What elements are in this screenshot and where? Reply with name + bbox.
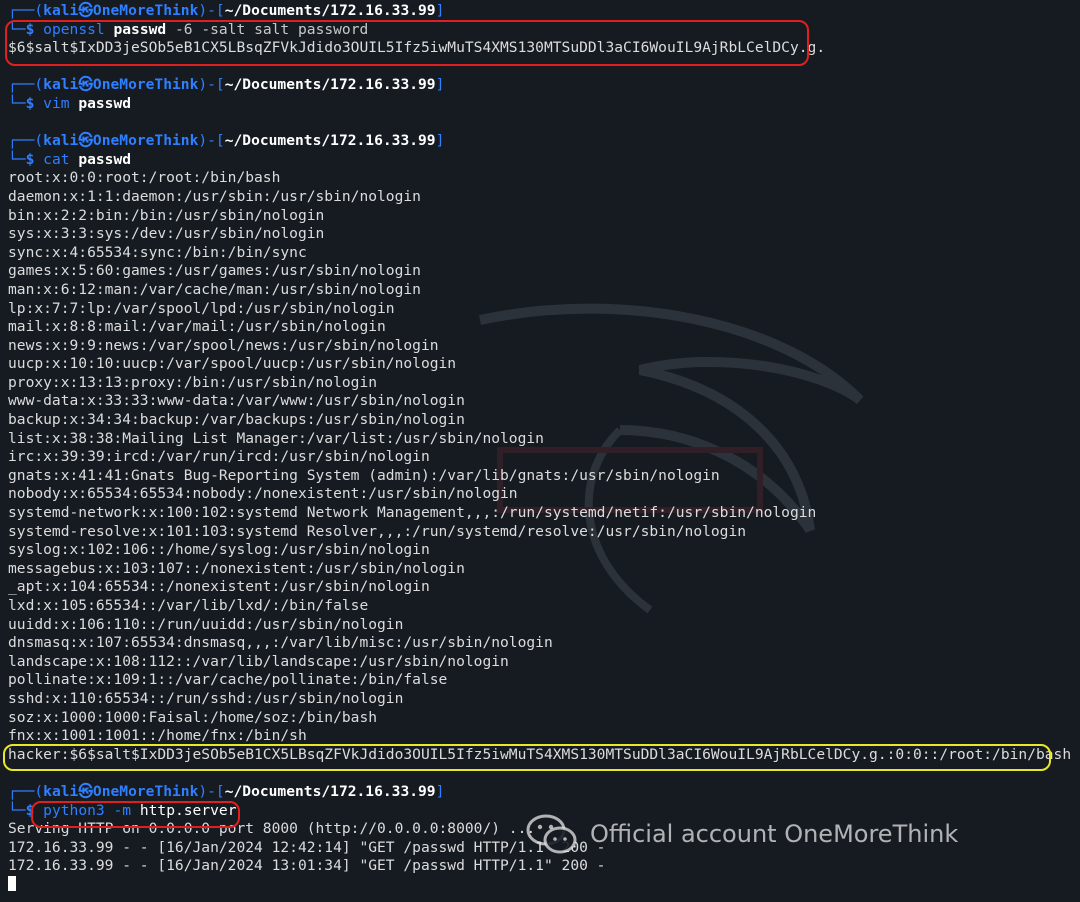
passwd-line: nobody:x:65534:65534:nobody:/nonexistent… — [8, 485, 518, 503]
server-log-line: 172.16.33.99 - - [16/Jan/2024 13:01:34] … — [8, 857, 606, 875]
passwd-line: www-data:x:33:33:www-data:/var/www:/usr/… — [8, 392, 465, 410]
passwd-line: uucp:x:10:10:uucp:/var/spool/uucp:/usr/s… — [8, 355, 457, 373]
passwd-line: _apt:x:104:65534::/nonexistent:/usr/sbin… — [8, 578, 430, 596]
prompt-header: ┌──(kali㉿OneMoreThink)-[~/Documents/172.… — [8, 782, 445, 800]
passwd-line: uuidd:x:106:110::/run/uuidd:/usr/sbin/no… — [8, 615, 404, 633]
cursor-line[interactable] — [8, 875, 1080, 895]
passwd-line: daemon:x:1:1:daemon:/usr/sbin:/usr/sbin/… — [8, 187, 421, 205]
passwd-line: list:x:38:38:Mailing List Manager:/var/l… — [8, 429, 544, 447]
passwd-line: mail:x:8:8:mail:/var/mail:/usr/sbin/nolo… — [8, 318, 386, 336]
watermark: Official account OneMoreThink — [524, 812, 958, 856]
command-line: └─$ cat passwd — [8, 150, 132, 168]
passwd-line: systemd-resolve:x:101:103:systemd Resolv… — [8, 522, 747, 540]
terminal[interactable]: ┌──(kali㉿OneMoreThink)-[~/Documents/172.… — [8, 2, 1080, 895]
prompt-cwd: ~/Documents/172.16.33.99 — [224, 2, 436, 19]
command-output: $6$salt$IxDD3jeSOb5eB1CX5LBsqZFVkJdido3O… — [8, 39, 826, 57]
prompt-header: ┌──(kali㉿OneMoreThink)-[~/Documents/172.… — [8, 2, 445, 19]
prompt-host: OneMoreThink — [92, 2, 199, 19]
passwd-line: dnsmasq:x:107:65534:dnsmasq,,,:/var/lib/… — [8, 634, 553, 652]
passwd-line: news:x:9:9:news:/var/spool/news:/usr/sbi… — [8, 336, 439, 354]
text-cursor[interactable] — [8, 875, 16, 891]
prompt-header: ┌──(kali㉿OneMoreThink)-[~/Documents/172.… — [8, 132, 445, 150]
command-line: └─$ vim passwd — [8, 94, 132, 112]
passwd-line: man:x:6:12:man:/var/cache/man:/usr/sbin/… — [8, 280, 421, 298]
prompt-header: ┌──(kali㉿OneMoreThink)-[~/Documents/172.… — [8, 76, 445, 94]
passwd-line: lxd:x:105:65534::/var/lib/lxd/:/bin/fals… — [8, 597, 369, 614]
passwd-line: sync:x:4:65534:sync:/bin:/bin/sync — [8, 243, 307, 261]
watermark-text: Official account OneMoreThink — [590, 820, 959, 848]
passwd-line: backup:x:34:34:backup:/var/backups:/usr/… — [8, 411, 465, 429]
command-line: └─$ openssl passwd -6 -salt salt passwor… — [8, 20, 369, 38]
passwd-line: proxy:x:13:13:proxy:/bin:/usr/sbin/nolog… — [8, 373, 378, 391]
passwd-line: sshd:x:110:65534::/run/sshd:/usr/sbin/no… — [8, 689, 404, 707]
passwd-line: fnx:x:1001:1001::/home/fnx:/bin/sh — [8, 727, 307, 745]
command-name: openssl — [43, 20, 105, 38]
passwd-line: messagebus:x:103:107::/nonexistent:/usr/… — [8, 559, 465, 577]
passwd-file-contents: root:x:0:0:root:/root:/bin/bash daemon:x:… — [8, 169, 1080, 745]
passwd-line: lp:x:7:7:lp:/var/spool/lpd:/usr/sbin/nol… — [8, 299, 395, 317]
passwd-line: irc:x:39:39:ircd:/var/run/ircd:/usr/sbin… — [8, 448, 430, 466]
passwd-line: bin:x:2:2:bin:/bin:/usr/sbin/nologin — [8, 206, 325, 224]
passwd-line: sys:x:3:3:sys:/dev:/usr/sbin/nologin — [8, 225, 325, 243]
passwd-line: pollinate:x:109:1::/var/cache/pollinate:… — [8, 671, 448, 689]
passwd-line: games:x:5:60:games:/usr/games:/usr/sbin/… — [8, 262, 421, 280]
passwd-line: root:x:0:0:root:/root:/bin/bash — [8, 169, 281, 187]
passwd-line: gnats:x:41:41:Gnats Bug-Reporting System… — [8, 466, 720, 484]
hacker-passwd-line: hacker:$6$salt$IxDD3jeSOb5eB1CX5LBsqZFVk… — [8, 745, 1072, 763]
passwd-line: landscape:x:108:112::/var/lib/landscape:… — [8, 652, 509, 670]
passwd-line: systemd-network:x:100:102:systemd Networ… — [8, 504, 817, 522]
prompt-user: kali — [43, 2, 79, 19]
passwd-line: soz:x:1000:1000:Faisal:/home/soz:/bin/ba… — [8, 708, 378, 726]
passwd-line: syslog:x:102:106::/home/syslog:/usr/sbin… — [8, 541, 430, 559]
wechat-icon — [526, 814, 577, 854]
